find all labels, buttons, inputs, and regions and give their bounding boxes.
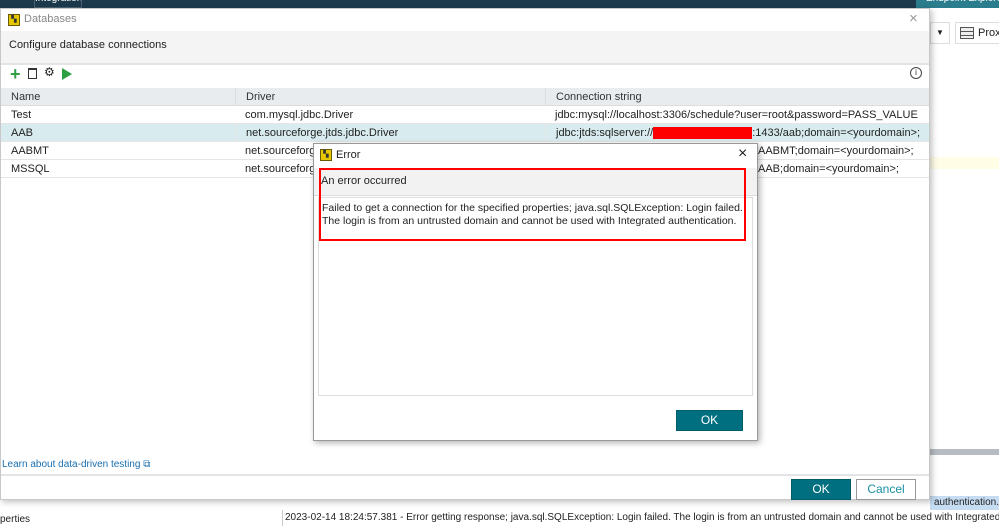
error-title: Error xyxy=(336,149,361,161)
table-row[interactable]: Test com.mysql.jdbc.Driver jdbc:mysql://… xyxy=(1,106,929,124)
dialog-title: Databases xyxy=(24,13,77,25)
cell-connection: jdbc:jtds:sqlserver:// :1433/aab;domain=<… xyxy=(545,124,920,141)
cell-name: MSSQL xyxy=(11,163,50,175)
external-link-icon: ⧉ xyxy=(143,459,151,470)
app-icon: ▚ xyxy=(8,14,20,26)
close-icon[interactable]: × xyxy=(738,145,747,163)
column-header-driver[interactable]: Driver xyxy=(235,88,275,105)
conn-suffix: :1433/aab;domain=<yourdomain>; xyxy=(752,127,921,139)
cell-connection: jdbc:mysql://localhost:3306/schedule?use… xyxy=(555,109,918,121)
column-header-connection[interactable]: Connection string xyxy=(545,88,642,105)
proxy-label: Proxy xyxy=(978,27,999,39)
dropdown-arrow-icon[interactable]: ▼ xyxy=(930,22,950,44)
properties-label: perties xyxy=(0,514,31,525)
tab-integrations[interactable]: Integrations xyxy=(34,0,82,8)
cell-driver: com.mysql.jdbc.Driver xyxy=(245,109,354,121)
run-icon[interactable] xyxy=(62,68,72,80)
error-ok-button[interactable]: OK xyxy=(676,410,743,431)
cell-driver: net.sourceforge.jtds.jdbc.Driver xyxy=(235,124,398,141)
column-header-name[interactable]: Name xyxy=(1,88,40,105)
footer-divider xyxy=(1,474,929,476)
proxy-button[interactable]: Proxy xyxy=(955,22,999,44)
learn-link-text[interactable]: Learn about data-driven testing xyxy=(2,459,140,470)
ok-button[interactable]: OK xyxy=(791,479,851,500)
add-icon[interactable]: + xyxy=(10,64,21,85)
cell-connection: AABMT;domain=<yourdomain>; xyxy=(758,145,914,157)
cell-name: AAB xyxy=(11,127,34,139)
selected-log-line[interactable]: authentication. xyxy=(930,496,999,510)
info-icon[interactable]: i xyxy=(910,67,922,79)
tab-endpoint-explorer[interactable]: Endpoint Explorer xyxy=(916,0,999,8)
conn-prefix: jdbc:jtds:sqlserver:// xyxy=(556,127,654,139)
server-icon xyxy=(960,27,974,39)
close-icon[interactable]: × xyxy=(909,10,918,27)
right-panel xyxy=(930,8,999,498)
highlight-line xyxy=(930,157,999,169)
dialog-subtitle: Configure database connections xyxy=(1,31,929,65)
cell-connection: AAB;domain=<yourdomain>; xyxy=(758,163,899,175)
delete-icon[interactable] xyxy=(28,68,37,79)
table-header: Name Driver Connection string xyxy=(1,88,929,106)
red-highlight-box xyxy=(319,168,746,241)
error-dialog: ▚ Error × An error occurred Failed to ge… xyxy=(313,143,758,441)
log-line[interactable]: 2023-02-14 18:24:57.381 - Error getting … xyxy=(282,510,999,526)
redaction xyxy=(653,127,753,140)
learn-link[interactable]: Learn about data-driven testing ⧉ xyxy=(2,459,150,470)
table-row-selected[interactable]: AAB net.sourceforge.jtds.jdbc.Driver jdb… xyxy=(1,124,929,142)
settings-icon[interactable]: ⚙ xyxy=(44,65,55,79)
app-top-bar xyxy=(0,0,999,8)
cell-name: AABMT xyxy=(11,145,49,157)
cell-name: Test xyxy=(11,109,32,121)
cancel-button[interactable]: Cancel xyxy=(856,479,916,500)
app-icon: ▚ xyxy=(320,149,332,161)
horizontal-scrollbar[interactable] xyxy=(930,449,999,455)
